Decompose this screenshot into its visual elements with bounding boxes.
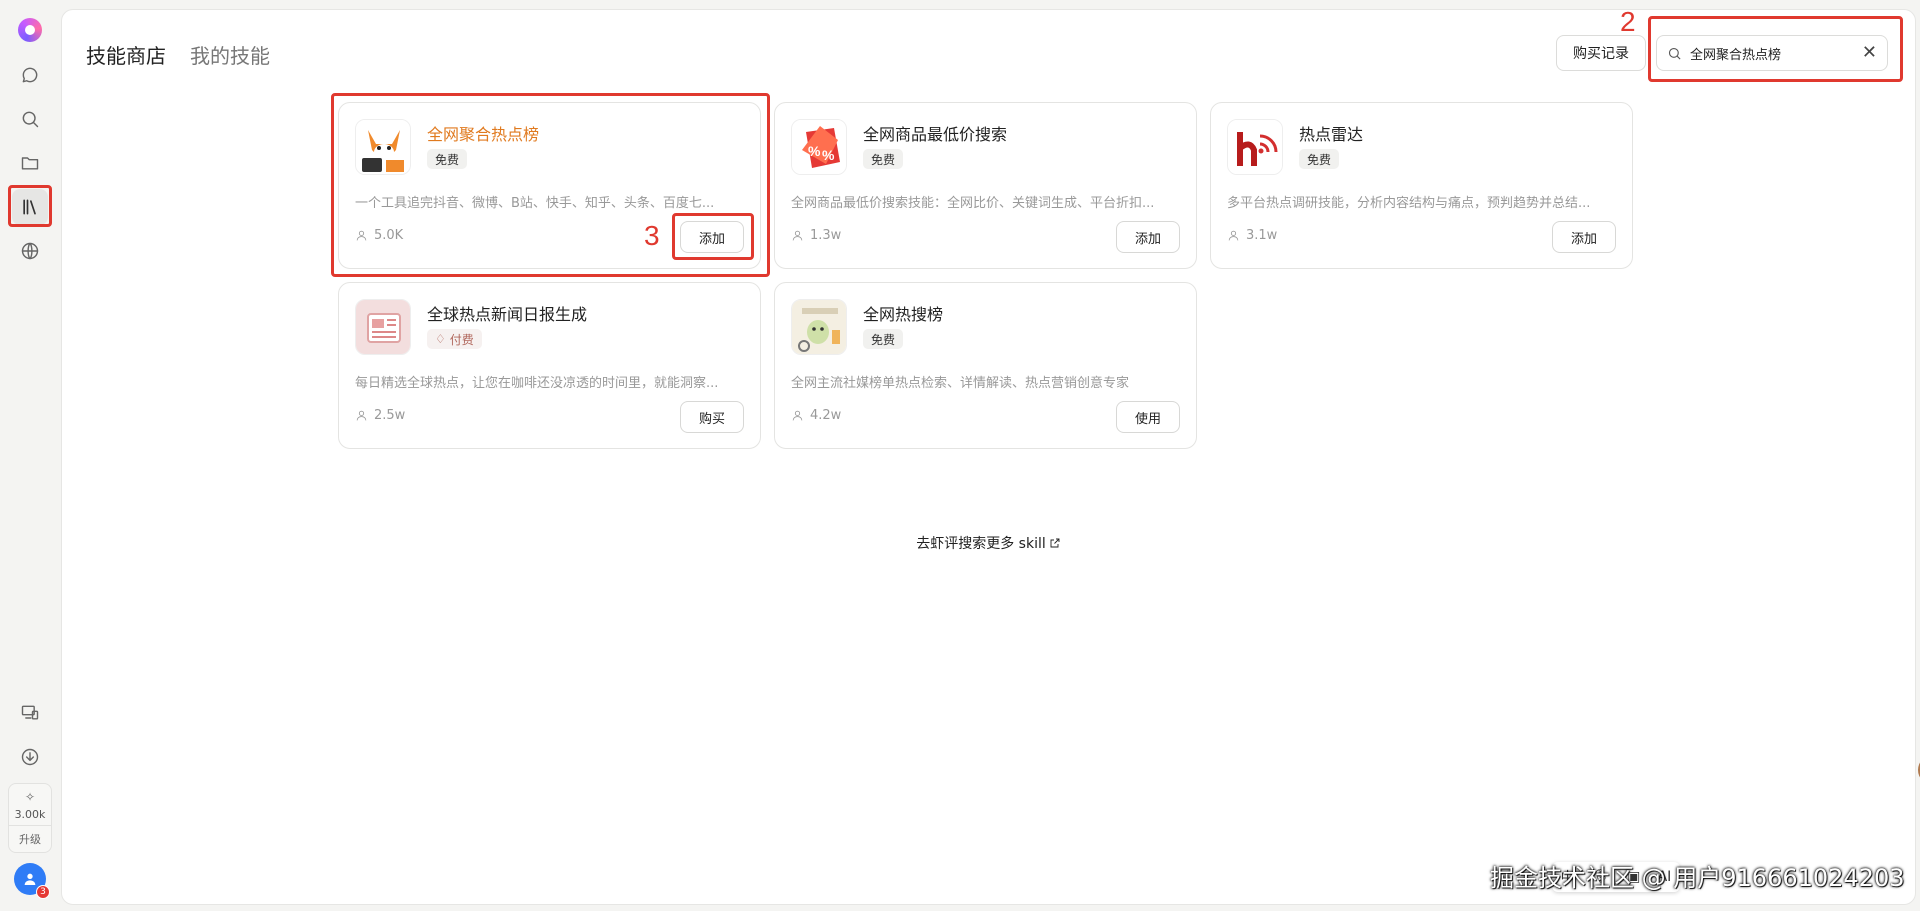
search-icon xyxy=(1668,47,1681,60)
search-icon[interactable] xyxy=(12,101,48,137)
skill-name[interactable]: 全网商品最低价搜索 xyxy=(863,121,1007,145)
skill-card[interactable]: 全网热搜榜 免费 全网主流社媒榜单热点检索、详情解读、热点营销创意专家 4.2w… xyxy=(774,282,1197,449)
price-tag: 免费 xyxy=(863,329,904,349)
user-count: 4.2w xyxy=(791,408,841,423)
user-icon xyxy=(24,873,36,885)
search-input[interactable] xyxy=(1690,45,1854,61)
skill-name[interactable]: 热点雷达 xyxy=(1299,121,1363,145)
search-more-skills-link[interactable]: 去虾评搜索更多 skill xyxy=(62,533,1915,553)
add-skill-button[interactable]: 添加 xyxy=(680,221,744,253)
upgrade-button[interactable]: 升级 xyxy=(9,824,51,847)
skill-description: 一个工具追完抖音、微博、B站、快手、知乎、头条、百度七... xyxy=(355,196,715,211)
purchase-history-button[interactable]: 购买记录 xyxy=(1556,35,1646,71)
globe-icon[interactable] xyxy=(12,233,48,269)
skill-description: 多平台热点调研技能，分析内容结构与痛点，预判趋势并总结... xyxy=(1227,196,1591,211)
price-tag: 免费 xyxy=(1299,149,1340,169)
tab-bar: 技能商店 我的技能 xyxy=(86,40,270,69)
skill-description: 全网主流社媒榜单热点检索、详情解读、热点营销创意专家 xyxy=(791,376,1130,391)
skill-card[interactable]: 全球热点新闻日报生成 ♢ 付费 每日精选全球热点，让您在咖啡还没凉透的时间里，就… xyxy=(338,282,761,449)
quota-panel[interactable]: ✧ 3.00k 升级 xyxy=(8,783,52,853)
app-logo-icon[interactable] xyxy=(18,18,42,42)
price-tag: 免费 xyxy=(427,149,468,169)
skill-card[interactable]: 全网聚合热点榜 免费 一个工具追完抖音、微博、B站、快手、知乎、头条、百度七..… xyxy=(338,102,761,269)
tab-my-skills[interactable]: 我的技能 xyxy=(190,40,270,69)
skill-library-icon[interactable] xyxy=(12,189,48,225)
chat-icon[interactable] xyxy=(12,57,48,93)
svg-text:%: % xyxy=(822,147,835,163)
add-skill-button[interactable]: 添加 xyxy=(1116,221,1180,253)
buy-skill-button[interactable]: 购买 xyxy=(680,401,744,433)
user-count: 2.5w xyxy=(355,408,405,423)
skill-thumbnail-newspaper xyxy=(355,299,411,355)
user-count-value: 5.0K xyxy=(374,228,404,243)
folder-icon[interactable] xyxy=(12,145,48,181)
user-icon xyxy=(792,230,803,241)
user-icon xyxy=(792,410,803,421)
user-icon xyxy=(1228,230,1239,241)
skill-card[interactable]: 热点雷达 免费 多平台热点调研技能，分析内容结构与痛点，预判趋势并总结... 3… xyxy=(1210,102,1633,269)
skill-description: 全网商品最低价搜索技能：全网比价、关键词生成、平台折扣... xyxy=(791,196,1155,211)
skill-thumbnail-fox xyxy=(355,119,411,175)
price-tag-paid: ♢ 付费 xyxy=(427,329,482,349)
tab-skill-store[interactable]: 技能商店 xyxy=(86,40,166,69)
price-tag-label: 付费 xyxy=(449,332,474,347)
search-box[interactable]: ✕ xyxy=(1656,35,1888,71)
skill-card[interactable]: % % 全网商品最低价搜索 免费 全网商品最低价搜索技能：全网比价、关键词生成、… xyxy=(774,102,1197,269)
annotation-number-2: 2 xyxy=(1620,6,1636,37)
quota-value: 3.00k xyxy=(14,807,46,821)
skill-thumbnail-hot-search xyxy=(791,299,847,355)
user-avatar[interactable]: 3 xyxy=(14,863,50,899)
user-count-value: 2.5w xyxy=(374,408,406,423)
add-skill-button[interactable]: 添加 xyxy=(1552,221,1616,253)
skill-name[interactable]: 全网热搜榜 xyxy=(863,301,943,325)
devices-icon[interactable] xyxy=(12,695,48,731)
skill-name[interactable]: 全球热点新闻日报生成 xyxy=(427,301,587,325)
user-count: 1.3w xyxy=(791,228,841,243)
left-sidebar: ✧ 3.00k 升级 3 xyxy=(0,0,60,911)
user-count: 5.0K xyxy=(355,228,403,243)
watermark: 掘金技术社区 @ 用户916661024203 xyxy=(1490,864,1905,892)
svg-text:%: % xyxy=(808,143,821,159)
skill-name[interactable]: 全网聚合热点榜 xyxy=(427,121,539,145)
main-panel: 技能商店 我的技能 购买记录 ✕ 全网聚合热点榜 免费 一个工具追完抖音、微博、… xyxy=(61,9,1920,905)
annotation-number-3: 3 xyxy=(644,220,660,251)
clear-icon[interactable]: ✕ xyxy=(1862,44,1877,62)
user-count: 3.1w xyxy=(1227,228,1277,243)
user-icon xyxy=(356,410,367,421)
sparkle-icon: ✧ xyxy=(24,789,36,804)
use-skill-button[interactable]: 使用 xyxy=(1116,401,1180,433)
user-count-value: 1.3w xyxy=(810,228,842,243)
price-tag: 免费 xyxy=(863,149,904,169)
skill-description: 每日精选全球热点，让您在咖啡还没凉透的时间里，就能洞察... xyxy=(355,376,719,391)
skill-thumbnail-discount: % % xyxy=(791,119,847,175)
user-count-value: 4.2w xyxy=(810,408,842,423)
external-link-icon xyxy=(1050,538,1060,548)
download-icon[interactable] xyxy=(12,739,48,775)
notification-badge: 3 xyxy=(36,885,50,899)
skill-thumbnail-radar xyxy=(1227,119,1283,175)
user-count-value: 3.1w xyxy=(1246,228,1278,243)
diamond-icon: ♢ xyxy=(435,332,446,346)
search-more-skills-label: 去虾评搜索更多 skill xyxy=(916,536,1046,552)
user-icon xyxy=(356,230,367,241)
